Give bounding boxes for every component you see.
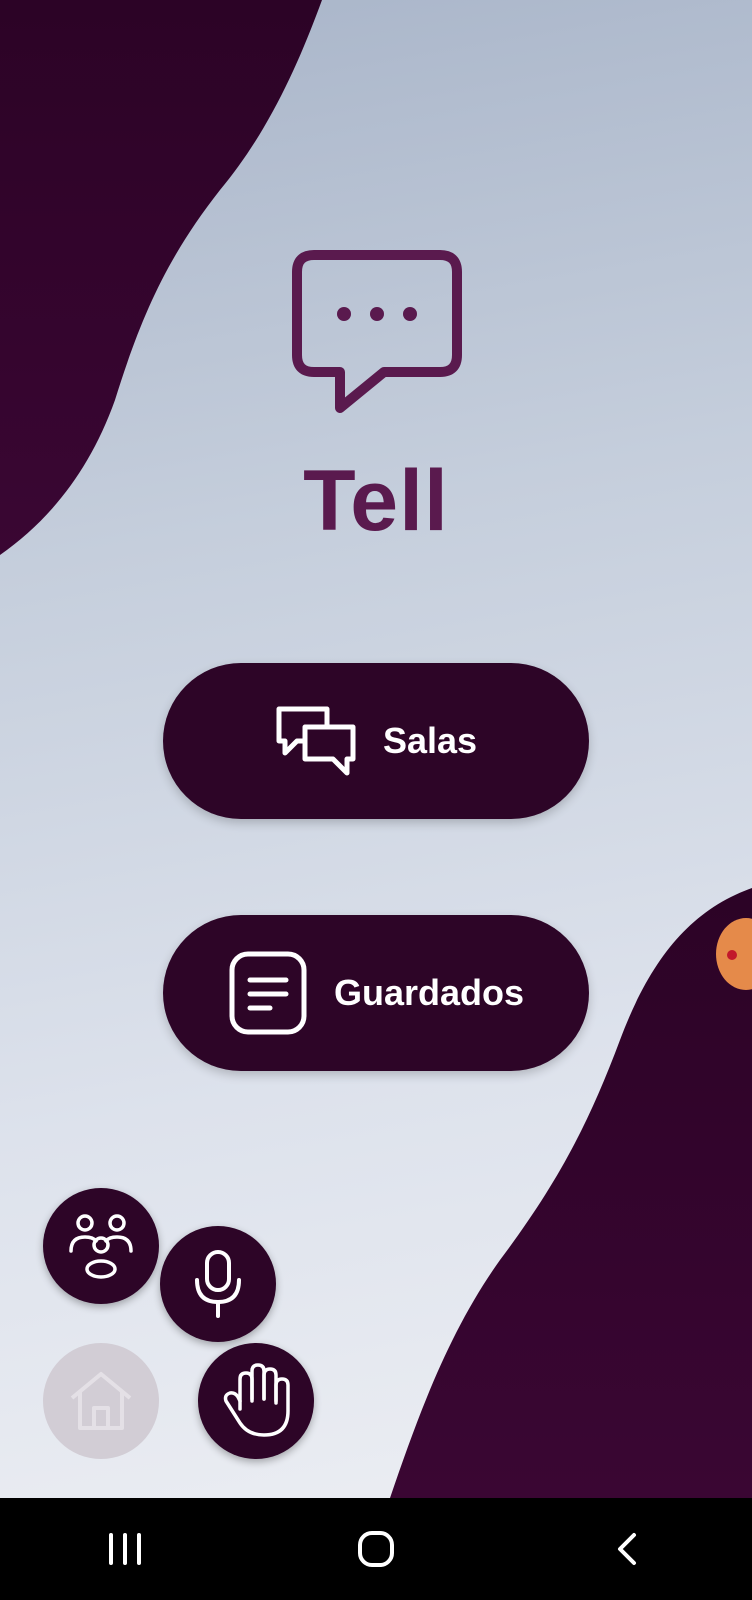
home-circle-icon: [357, 1531, 394, 1567]
home-button[interactable]: [43, 1343, 159, 1459]
system-home-button[interactable]: [316, 1509, 436, 1589]
people-icon: [69, 1214, 133, 1279]
microphone-icon: [195, 1250, 241, 1318]
salas-label: Salas: [382, 720, 478, 761]
microphone-button[interactable]: [160, 1226, 276, 1342]
home-icon: [70, 1372, 132, 1430]
people-button[interactable]: [43, 1188, 159, 1304]
system-nav-bar: [0, 1498, 752, 1600]
recents-icon: [109, 1533, 142, 1565]
chat-bubble-dots-icon: [292, 250, 462, 413]
app-screen: Tell Salas Guardados: [0, 0, 752, 1498]
app-title: Tell: [303, 453, 449, 549]
back-button[interactable]: [567, 1509, 687, 1589]
chat-bubbles-icon: [276, 706, 356, 776]
raise-hand-button[interactable]: [198, 1343, 314, 1459]
back-chevron-icon: [617, 1533, 636, 1565]
floating-bubble-dot: [727, 950, 737, 960]
guardados-label: Guardados: [333, 972, 525, 1013]
hand-icon: [223, 1363, 290, 1437]
salas-button[interactable]: Salas: [163, 663, 589, 819]
recents-button[interactable]: [65, 1509, 185, 1589]
guardados-button[interactable]: Guardados: [163, 915, 589, 1071]
document-icon: [229, 951, 307, 1035]
